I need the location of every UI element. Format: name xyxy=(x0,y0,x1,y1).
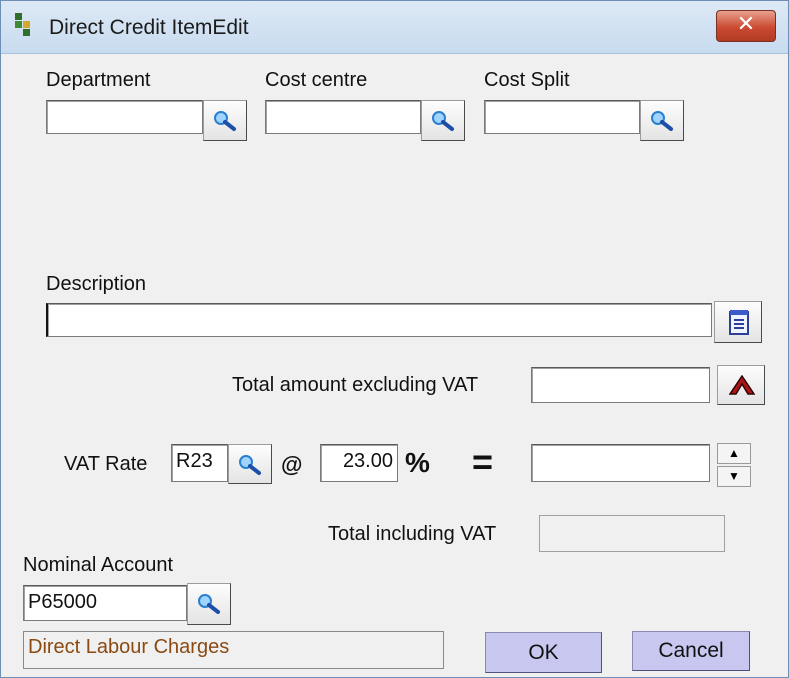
cost-split-label: Cost Split xyxy=(484,69,570,91)
description-label: Description xyxy=(46,273,147,295)
total-excl-vat-label: Total amount excluding VAT xyxy=(232,374,479,396)
vat-code-field[interactable]: R23 xyxy=(171,444,228,482)
direct-credit-item-edit-window: Direct Credit ItemEdit ✕ Department Cost… xyxy=(0,0,789,678)
magnifier-icon xyxy=(239,455,261,475)
department-field[interactable] xyxy=(46,100,203,134)
total-incl-vat-label: Total including VAT xyxy=(328,523,497,545)
vat-spinner-down[interactable]: ▼ xyxy=(717,466,751,487)
vat-amount-field[interactable] xyxy=(531,444,710,482)
caret-up-icon xyxy=(729,375,755,395)
ok-button[interactable]: OK xyxy=(485,632,602,673)
magnifier-icon xyxy=(651,111,673,131)
vat-rate-field[interactable]: 23.00 xyxy=(320,444,398,482)
title-bar: Direct Credit ItemEdit ✕ xyxy=(1,1,788,54)
department-lookup-button[interactable] xyxy=(203,100,247,141)
cost-centre-lookup-button[interactable] xyxy=(421,100,465,141)
nominal-account-lookup-button[interactable] xyxy=(187,583,231,625)
cost-split-lookup-button[interactable] xyxy=(640,100,684,141)
cost-centre-label: Cost centre xyxy=(265,69,368,91)
equals-symbol: = xyxy=(472,441,494,482)
department-label: Department xyxy=(46,69,151,91)
close-icon: ✕ xyxy=(736,12,756,37)
magnifier-icon xyxy=(198,594,220,614)
vat-spinner-up[interactable]: ▲ xyxy=(717,443,751,464)
close-button[interactable]: ✕ xyxy=(716,10,776,42)
cost-centre-field[interactable] xyxy=(265,100,421,134)
vat-rate-label: VAT Rate xyxy=(64,453,148,475)
cancel-button[interactable]: Cancel xyxy=(632,631,750,671)
vat-code-lookup-button[interactable] xyxy=(228,444,272,484)
notepad-icon xyxy=(729,310,749,335)
total-incl-vat-field xyxy=(539,515,725,552)
at-symbol: @ xyxy=(281,452,303,477)
nominal-account-label: Nominal Account xyxy=(23,554,174,576)
app-logo-icon xyxy=(13,13,35,37)
nominal-account-field[interactable]: P65000 xyxy=(23,585,187,621)
percent-symbol: % xyxy=(405,447,430,478)
total-excl-vat-field[interactable] xyxy=(531,367,710,403)
magnifier-icon xyxy=(432,111,454,131)
cost-split-field[interactable] xyxy=(484,100,640,134)
calculate-button[interactable] xyxy=(717,365,765,405)
description-field[interactable] xyxy=(46,303,712,337)
nominal-account-description: Direct Labour Charges xyxy=(23,631,444,669)
magnifier-icon xyxy=(214,111,236,131)
description-notes-button[interactable] xyxy=(714,301,762,343)
window-title: Direct Credit ItemEdit xyxy=(49,16,249,39)
